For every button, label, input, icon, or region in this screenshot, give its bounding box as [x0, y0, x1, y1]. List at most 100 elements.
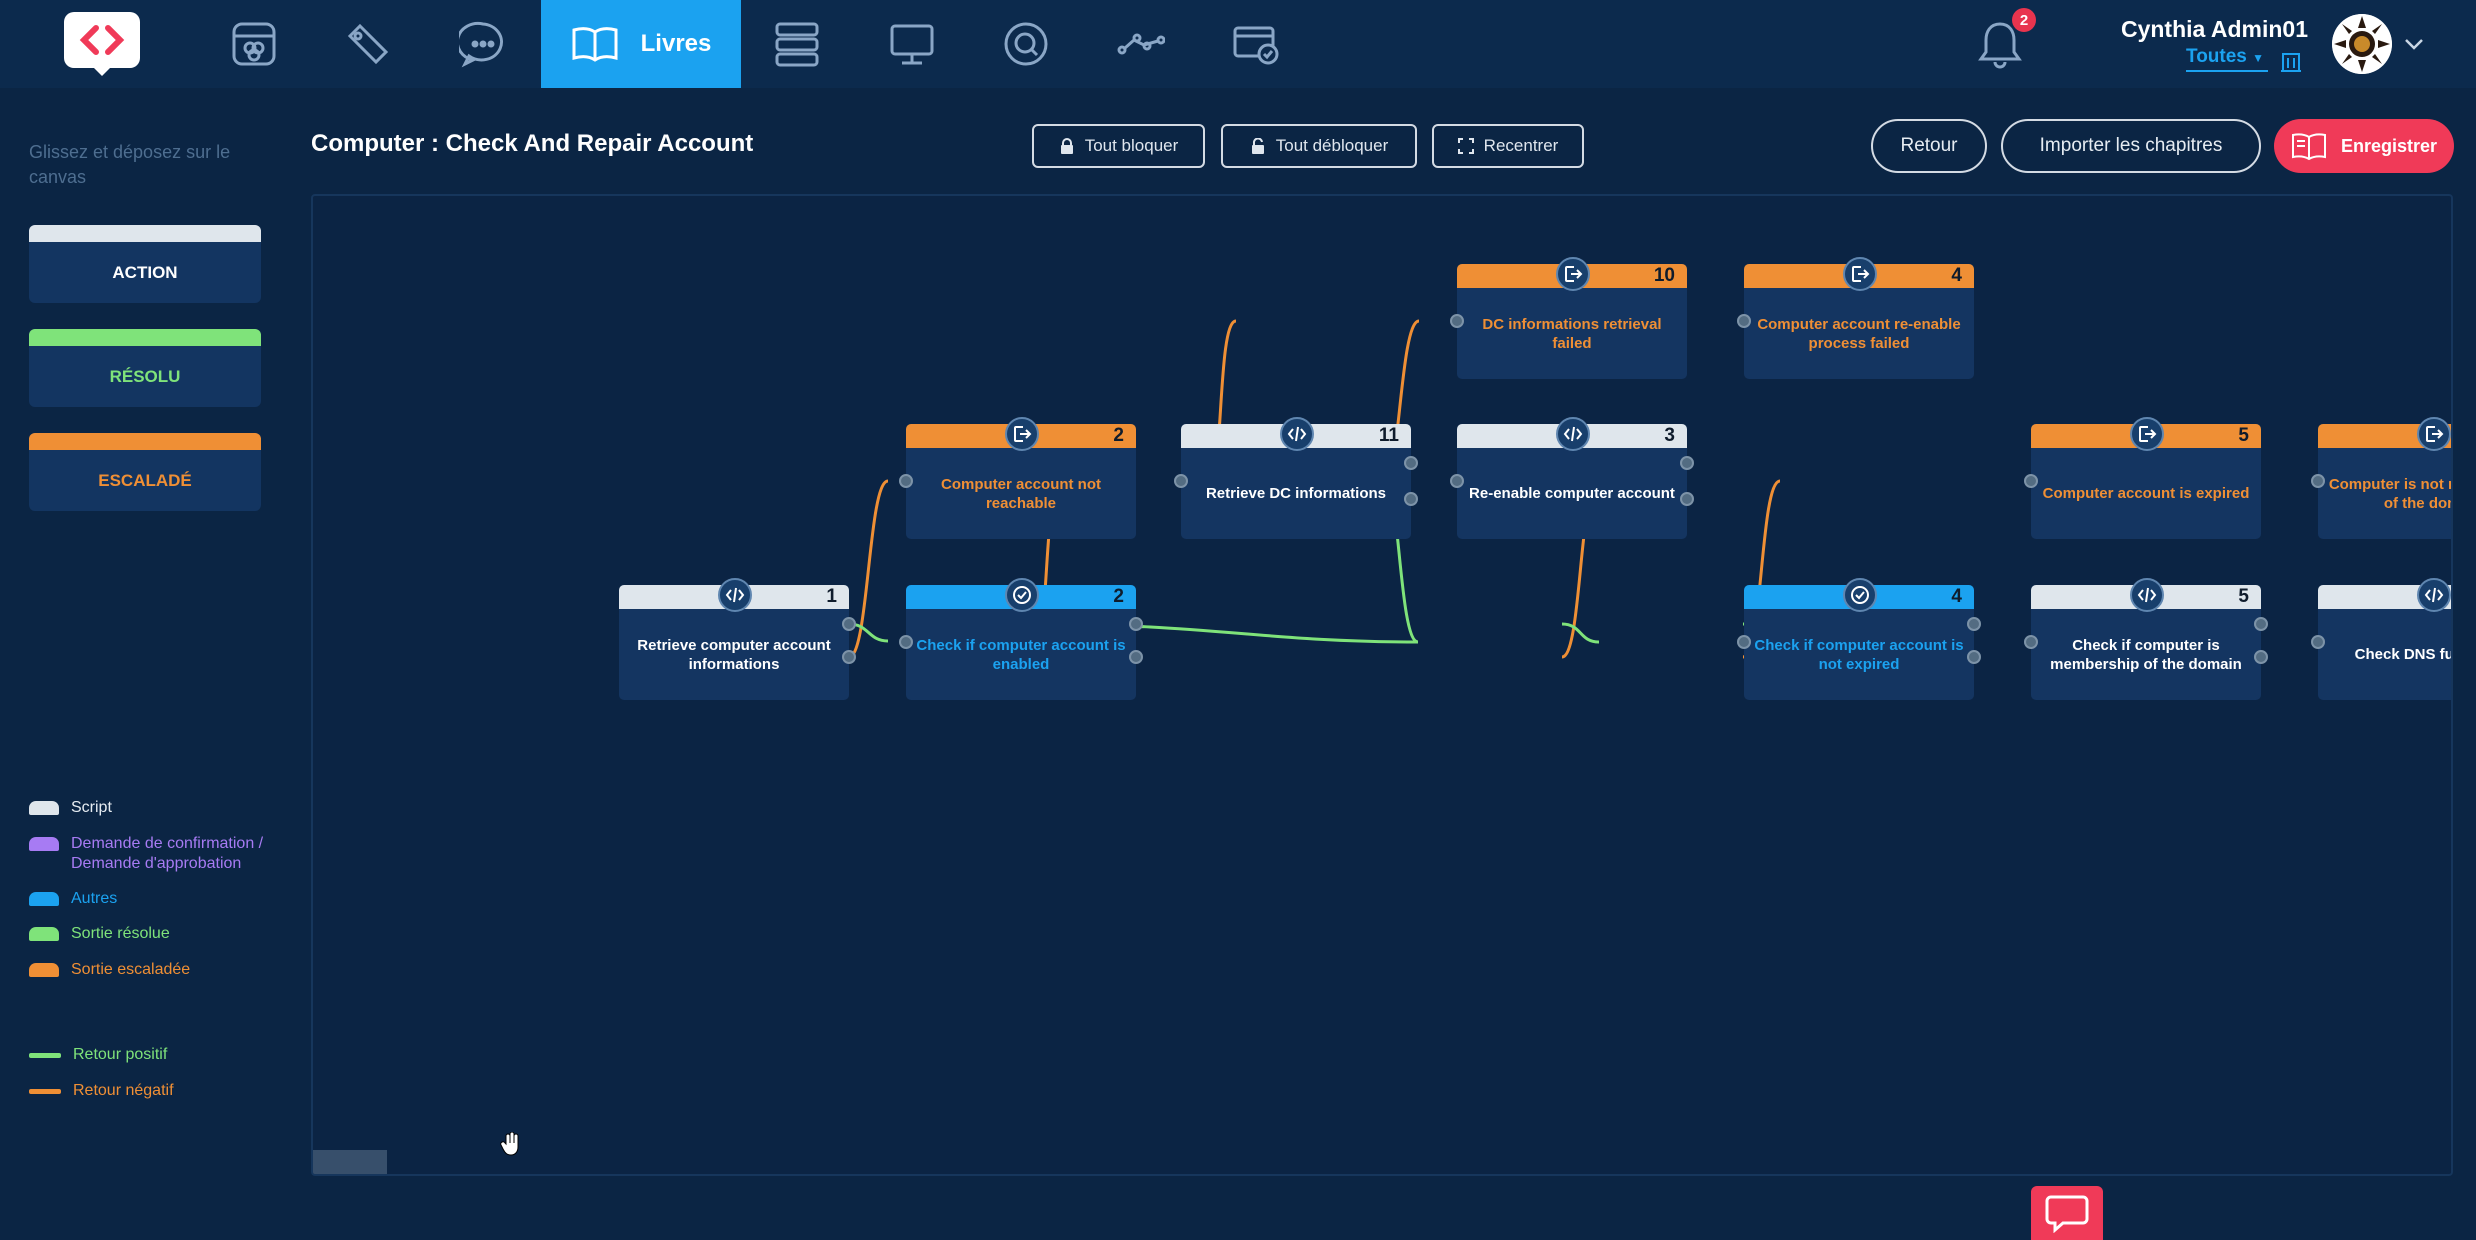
node-input-port[interactable] — [2024, 635, 2038, 649]
node-input-port[interactable] — [1737, 635, 1751, 649]
monitor-icon[interactable] — [856, 0, 968, 88]
node-output-port[interactable] — [1129, 617, 1143, 631]
flow-node-script[interactable]: 11 Retrieve DC informations — [1174, 417, 1418, 539]
back-button[interactable]: Retour — [1871, 119, 1987, 173]
exit-icon — [2417, 417, 2451, 451]
node-input-port[interactable] — [1450, 314, 1464, 328]
script-icon — [2417, 578, 2451, 612]
app-logo-icon[interactable] — [62, 10, 142, 78]
flow-node-escalated[interactable]: 2 Computer account not reachable — [899, 417, 1136, 539]
node-input-port[interactable] — [1737, 314, 1751, 328]
node-label: Retrieve DC informations — [1205, 485, 1387, 502]
legend-label: Retour négatif — [73, 1082, 174, 1099]
flow-node-script[interactable]: 1 Retrieve computer account informations — [619, 578, 856, 700]
node-input-port[interactable] — [2311, 635, 2325, 649]
import-chapters-button[interactable]: Importer les chapitres — [2001, 119, 2261, 173]
flow-node-escalated[interactable]: 5 Computer account is expired — [2024, 417, 2261, 539]
recenter-button[interactable]: Recentrer — [1432, 124, 1584, 168]
flow-node-script[interactable]: 5 Check if computer is membership of the… — [2024, 578, 2268, 700]
flow-node-other[interactable]: 4 Check if computer account is not expir… — [1737, 578, 1981, 700]
support-chat-button[interactable] — [2031, 1186, 2103, 1240]
exit-icon — [1556, 257, 1590, 291]
node-output-port[interactable] — [1967, 617, 1981, 631]
flow-canvas[interactable]: 1 Retrieve computer account informations… — [311, 194, 2453, 1176]
check-circle-icon — [1005, 578, 1039, 612]
node-output-port[interactable] — [1967, 650, 1981, 664]
legend-swatch — [29, 927, 59, 941]
building-icon[interactable] — [2280, 48, 2302, 72]
avatar[interactable] — [2332, 14, 2392, 74]
check-circle-icon — [1843, 578, 1877, 612]
node-output-port[interactable] — [1680, 456, 1694, 470]
legend-label: Demande de confirmation / Demande d'appr… — [71, 835, 264, 872]
nav-active-label: Livres — [640, 30, 712, 57]
flow-node-script[interactable]: 3 Re-enable computer account — [1450, 417, 1694, 539]
palette-resolved-block[interactable]: RÉSOLU — [29, 329, 261, 407]
unlock-icon — [1251, 138, 1264, 154]
node-label: Computer account re-enable process faile… — [1757, 315, 1961, 352]
node-number: 2 — [1113, 586, 1124, 607]
ticket-icon[interactable] — [312, 0, 424, 88]
workflow-icon[interactable] — [1085, 0, 1197, 88]
node-input-port[interactable] — [1174, 474, 1188, 488]
hand-cursor-icon — [500, 1131, 522, 1156]
flow-node-escalated[interactable]: Computer is not membership of the domain — [2311, 417, 2451, 539]
script-icon — [2130, 578, 2164, 612]
legend-confirmation: Demande de confirmation / Demande d'appr… — [29, 834, 279, 874]
notification-count-badge: 2 — [2012, 8, 2036, 32]
node-number: 2 — [1113, 425, 1124, 446]
node-output-port[interactable] — [2254, 650, 2268, 664]
unlock-all-button[interactable]: Tout débloquer — [1221, 124, 1417, 168]
node-input-port[interactable] — [899, 474, 913, 488]
lock-all-button[interactable]: Tout bloquer — [1032, 124, 1205, 168]
server-icon[interactable] — [741, 0, 853, 88]
node-label: Computer account is expired — [2042, 485, 2250, 502]
palette-label: RÉSOLU — [109, 367, 181, 386]
payment-icon[interactable] — [1200, 0, 1312, 88]
node-output-port[interactable] — [1404, 456, 1418, 470]
wire-positive — [1561, 622, 1600, 644]
node-output-port[interactable] — [842, 617, 856, 631]
node-number: 11 — [1378, 425, 1399, 446]
flow-node-escalated[interactable]: 10 DC informations retrieval failed — [1450, 257, 1687, 379]
palette-escalated-block[interactable]: ESCALADÉ — [29, 433, 261, 511]
back-label: Retour — [1900, 135, 1958, 156]
flow-node-escalated[interactable]: 4 Computer account re-enable process fai… — [1737, 257, 1974, 379]
node-label: Check DNS functional — [2354, 646, 2453, 663]
node-input-port[interactable] — [2311, 474, 2325, 488]
node-output-port[interactable] — [842, 650, 856, 664]
flow-node-script[interactable]: Check DNS functional — [2311, 578, 2453, 700]
nav-item-books[interactable]: Livres — [541, 0, 741, 88]
legend-positive-return: Retour positif — [29, 1045, 167, 1065]
organization-selector-label: Toutes — [2186, 46, 2247, 67]
legend-swatch — [29, 837, 59, 851]
script-icon — [718, 578, 752, 612]
palette-label: ESCALADÉ — [98, 471, 192, 490]
save-button[interactable]: Enregistrer — [2274, 119, 2454, 173]
node-output-port[interactable] — [1129, 650, 1143, 664]
node-output-port[interactable] — [2254, 617, 2268, 631]
lock-icon — [1060, 138, 1073, 154]
node-input-port[interactable] — [1450, 474, 1464, 488]
chat-icon[interactable] — [427, 0, 539, 88]
canvas-scrollbar-handle[interactable] — [313, 1150, 387, 1174]
organization-selector[interactable]: Toutes ▼ — [2186, 46, 2269, 72]
flow-node-other[interactable]: 2 Check if computer account is enabled — [899, 578, 1143, 700]
node-output-port[interactable] — [1680, 492, 1694, 506]
node-label: DC informations retrieval failed — [1482, 315, 1662, 352]
legend-label: Sortie résolue — [71, 925, 170, 942]
recenter-label: Recentrer — [1483, 136, 1559, 155]
node-label: Re-enable computer account — [1469, 485, 1675, 502]
node-input-port[interactable] — [2024, 474, 2038, 488]
user-menu-chevron-down-icon[interactable] — [2402, 32, 2426, 56]
dashboard-icon[interactable] — [198, 0, 310, 88]
node-label: Computer is not membership of the domain — [2328, 475, 2451, 512]
palette-action-block[interactable]: ACTION — [29, 225, 261, 303]
node-output-port[interactable] — [1404, 492, 1418, 506]
node-input-port[interactable] — [899, 635, 913, 649]
legend-line — [29, 1089, 61, 1094]
legend-negative-return: Retour négatif — [29, 1081, 174, 1101]
exit-icon — [1005, 417, 1039, 451]
legend-others: Autres — [29, 889, 117, 909]
search-icon[interactable] — [970, 0, 1082, 88]
